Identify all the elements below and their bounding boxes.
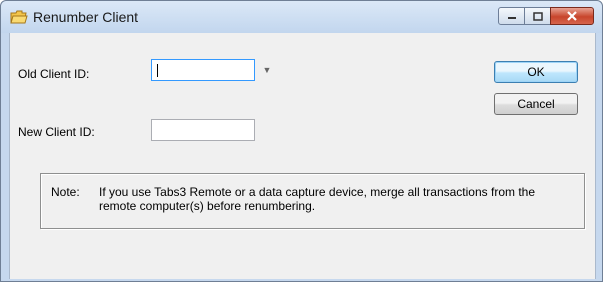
note-box: Note: If you use Tabs3 Remote or a data … (40, 173, 585, 229)
note-label: Note: (51, 185, 80, 199)
new-client-id-input[interactable] (151, 119, 255, 141)
maximize-button[interactable] (524, 7, 551, 25)
title-bar[interactable]: Renumber Client (1, 1, 602, 33)
window-title: Renumber Client (33, 9, 139, 25)
caption-buttons (498, 7, 594, 27)
note-text: If you use Tabs3 Remote or a data captur… (99, 185, 536, 213)
chevron-down-icon: ▼ (262, 65, 272, 75)
minimize-button[interactable] (498, 7, 525, 25)
ok-button[interactable]: OK (494, 61, 578, 83)
cancel-button[interactable]: Cancel (494, 93, 578, 115)
minimize-icon (507, 17, 516, 19)
maximize-icon (532, 11, 543, 21)
new-client-id-label: New Client ID: (18, 125, 95, 139)
folder-icon (10, 9, 28, 25)
old-client-id-dropdown-button[interactable]: ▼ (258, 59, 276, 81)
close-icon (567, 11, 577, 21)
dialog-body: Old Client ID: ▼ New Client ID: OK Cance… (9, 33, 596, 279)
text-cursor (157, 64, 158, 77)
old-client-id-label: Old Client ID: (18, 67, 90, 81)
old-client-id-input[interactable] (151, 59, 255, 81)
renumber-client-window: Renumber Client Old Client ID: ▼ New Cli… (0, 0, 603, 282)
close-button[interactable] (550, 7, 594, 25)
